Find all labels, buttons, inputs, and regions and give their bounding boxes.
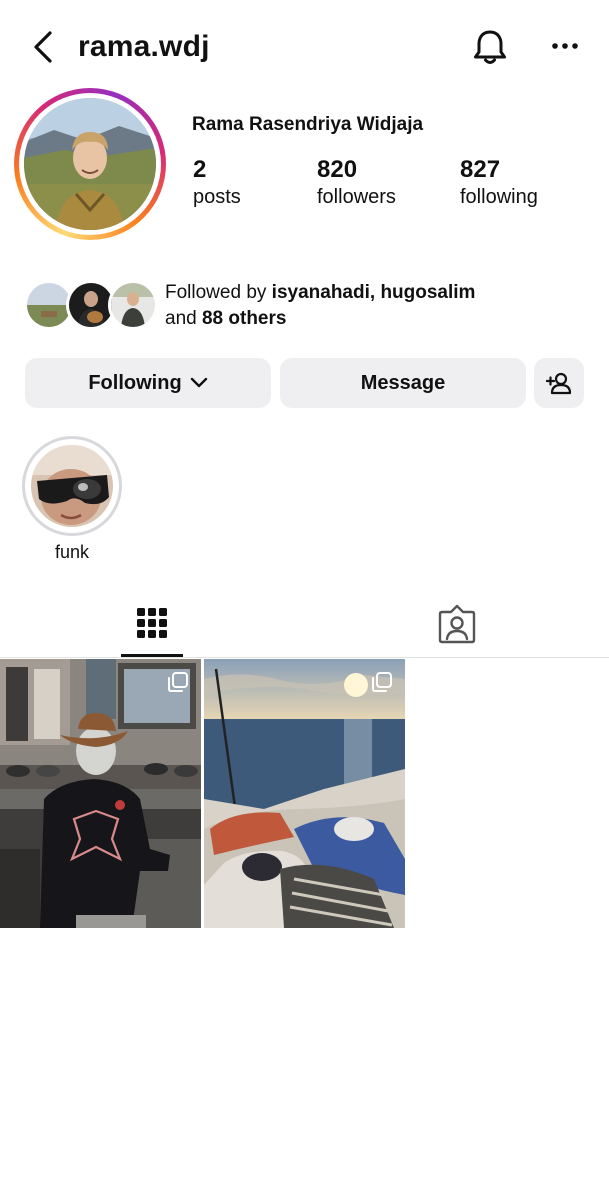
following-count: 827	[460, 156, 501, 183]
story-highlight[interactable]	[22, 436, 122, 536]
bell-icon	[474, 30, 506, 64]
profile-avatar	[24, 98, 156, 230]
mutual-followers-avatars[interactable]	[24, 280, 158, 330]
followed-by-names[interactable]: isyanahadi, hugosalim	[272, 282, 476, 303]
back-button[interactable]	[30, 30, 58, 64]
multiple-photos-icon	[372, 672, 392, 692]
following-button-label: Following	[88, 371, 182, 394]
tab-posts-grid[interactable]	[121, 596, 183, 656]
profile-header: rama.wdj	[0, 0, 609, 96]
followers-stat[interactable]: 820 followers	[317, 156, 396, 209]
add-person-icon	[546, 372, 572, 395]
suggested-users-button[interactable]	[534, 358, 584, 408]
notifications-button[interactable]	[472, 28, 508, 66]
followed-by-text[interactable]: Followed by isyanahadi, hugosalim and 88…	[165, 280, 475, 332]
profile-full-name: Rama Rasendriya Widjaja	[192, 114, 424, 135]
post-thumbnail[interactable]	[204, 659, 405, 928]
tagged-person-icon	[438, 604, 476, 644]
more-options-button[interactable]	[550, 36, 580, 56]
grid-icon	[137, 608, 167, 638]
message-button[interactable]: Message	[280, 358, 526, 408]
mutual-avatar	[108, 280, 158, 330]
tabs-divider	[0, 657, 609, 658]
story-highlight-label: funk	[54, 542, 90, 562]
followers-label: followers	[317, 186, 396, 208]
followed-by-others[interactable]: 88 others	[202, 308, 286, 329]
profile-story-ring[interactable]	[14, 88, 166, 240]
chevron-down-icon	[190, 377, 207, 388]
following-stat[interactable]: 827 following	[460, 156, 538, 209]
multiple-photos-icon	[168, 672, 188, 692]
following-label: following	[460, 186, 538, 208]
story-highlight-cover	[31, 445, 113, 527]
following-button[interactable]: Following	[25, 358, 271, 408]
more-horizontal-icon	[552, 43, 578, 49]
posts-count: 2	[193, 156, 207, 183]
posts-label: posts	[193, 186, 241, 208]
followed-by-and: and	[165, 308, 202, 329]
message-button-label: Message	[360, 371, 446, 394]
followers-count: 820	[317, 156, 358, 183]
chevron-left-icon	[34, 31, 52, 63]
post-thumbnail[interactable]	[0, 659, 201, 928]
posts-stat[interactable]: 2 posts	[193, 156, 241, 209]
followed-by-prefix: Followed by	[165, 282, 272, 303]
tab-tagged[interactable]	[426, 596, 488, 656]
profile-username: rama.wdj	[78, 30, 210, 63]
